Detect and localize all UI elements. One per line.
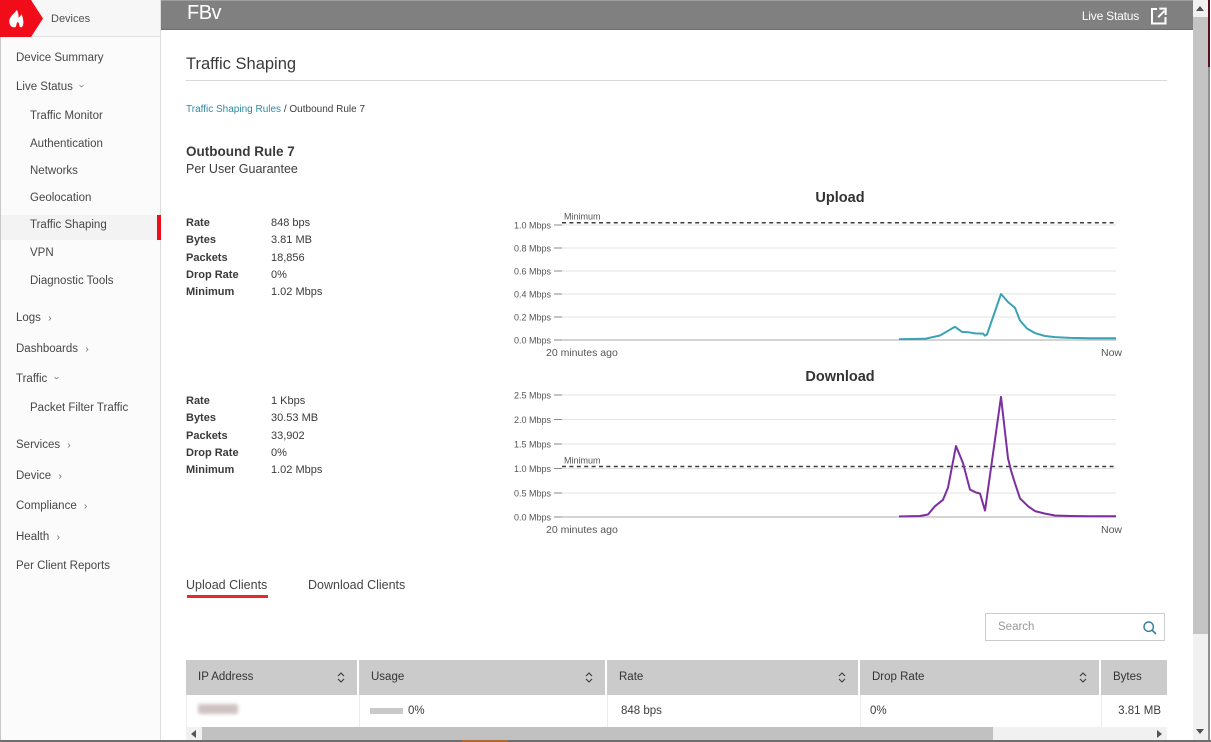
- svg-text:Now: Now: [1101, 347, 1122, 359]
- svg-text:Minimum: Minimum: [564, 456, 601, 466]
- svg-text:1.0 Mbps: 1.0 Mbps: [514, 464, 552, 474]
- svg-text:0.6 Mbps: 0.6 Mbps: [514, 267, 552, 277]
- svg-text:0.4 Mbps: 0.4 Mbps: [514, 290, 552, 300]
- svg-text:2.5 Mbps: 2.5 Mbps: [514, 391, 552, 401]
- svg-text:1.5 Mbps: 1.5 Mbps: [514, 440, 552, 450]
- svg-text:0.5 Mbps: 0.5 Mbps: [514, 489, 552, 499]
- svg-text:0.0 Mbps: 0.0 Mbps: [514, 513, 552, 523]
- svg-text:Download: Download: [805, 369, 874, 385]
- svg-text:0.0 Mbps: 0.0 Mbps: [514, 336, 552, 346]
- svg-text:0.8 Mbps: 0.8 Mbps: [514, 244, 552, 254]
- svg-text:1.0 Mbps: 1.0 Mbps: [514, 221, 552, 231]
- svg-text:Upload: Upload: [815, 190, 864, 206]
- svg-text:2.0 Mbps: 2.0 Mbps: [514, 415, 552, 425]
- svg-text:Now: Now: [1101, 524, 1122, 536]
- svg-text:0.2 Mbps: 0.2 Mbps: [514, 313, 552, 323]
- svg-text:20 minutes ago: 20 minutes ago: [546, 347, 618, 359]
- svg-text:Minimum: Minimum: [564, 212, 601, 222]
- svg-text:20 minutes ago: 20 minutes ago: [546, 524, 618, 536]
